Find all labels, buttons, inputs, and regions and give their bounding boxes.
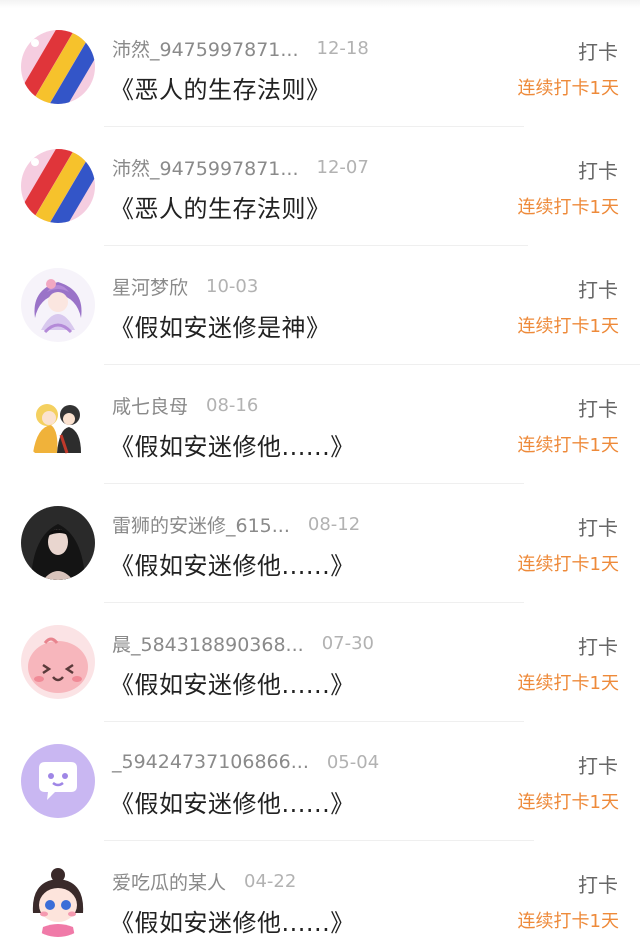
pink-blob-avatar[interactable] [21,625,95,699]
book-title[interactable]: 《假如安迷修是神》 [110,308,331,343]
checkin-date: 10-03 [206,275,259,297]
user-name[interactable]: 沛然_9475997871... [112,154,299,181]
streak-label: 连续打卡1天 [517,197,619,218]
checkin-item[interactable]: 星河梦欣 10-03 《假如安迷修是神》 打卡 连续打卡1天 [0,246,640,365]
checkin-date: 08-12 [307,513,361,535]
chibi-girl-avatar[interactable] [21,863,95,937]
rainbow-avatar[interactable] [21,30,95,104]
book-title[interactable]: 《恶人的生存法则》 [110,70,331,105]
user-name[interactable]: 雷狮的安迷修_615... [112,511,290,538]
user-name[interactable]: 星河梦欣 [112,273,188,300]
book-title[interactable]: 《假如安迷修他......》 [110,784,355,819]
checkin-label: 打卡 [578,873,618,897]
book-title[interactable]: 《假如安迷修他......》 [110,546,355,581]
dark-photo-avatar[interactable] [21,506,95,580]
checkin-date: 05-04 [326,751,380,773]
checkin-item[interactable]: 晨_584318890368... 07-30 《假如安迷修他......》 打… [0,603,640,722]
checkin-item[interactable]: 爱吃瓜的某人 04-22 《假如安迷修他......》 打卡 连续打卡1天 [0,841,640,952]
checkin-date: 08-16 [206,394,259,416]
checkin-label: 打卡 [578,516,618,540]
book-title[interactable]: 《假如安迷修他......》 [110,903,355,938]
checkin-item[interactable]: 沛然_9475997871... 12-18 《恶人的生存法则》 打卡 连续打卡… [0,8,640,127]
user-name[interactable]: 咸七良母 [112,392,188,419]
rainbow-avatar[interactable] [21,149,95,223]
anime-girl-avatar[interactable] [21,268,95,342]
top-shadow [0,0,640,8]
checkin-date: 04-22 [244,870,297,892]
checkin-item[interactable]: 咸七良母 08-16 《假如安迷修他......》 打卡 连续打卡1天 [0,365,640,484]
checkin-date: 07-30 [321,632,374,654]
book-title[interactable]: 《恶人的生存法则》 [110,189,331,224]
streak-label: 连续打卡1天 [517,78,619,99]
streak-label: 连续打卡1天 [517,673,619,694]
checkin-label: 打卡 [578,754,618,778]
streak-label: 连续打卡1天 [517,435,619,456]
checkin-item[interactable]: 沛然_9475997871... 12-07 《恶人的生存法则》 打卡 连续打卡… [0,127,640,246]
checkin-list: 沛然_9475997871... 12-18 《恶人的生存法则》 打卡 连续打卡… [0,0,640,952]
chat-bubble-avatar[interactable] [21,744,95,818]
user-name[interactable]: 爱吃瓜的某人 [112,868,226,895]
checkin-item[interactable]: _59424737106866... 05-04 《假如安迷修他......》 … [0,722,640,841]
checkin-label: 打卡 [578,397,618,421]
user-name[interactable]: 沛然_9475997871... [112,35,299,62]
book-title[interactable]: 《假如安迷修他......》 [110,427,355,462]
user-name[interactable]: _59424737106866... [112,751,309,773]
streak-label: 连续打卡1天 [517,911,619,932]
checkin-date: 12-07 [316,156,369,178]
checkin-label: 打卡 [578,278,618,302]
user-name[interactable]: 晨_584318890368... [112,630,304,657]
checkin-label: 打卡 [578,635,618,659]
checkin-item[interactable]: 雷狮的安迷修_615... 08-12 《假如安迷修他......》 打卡 连续… [0,484,640,603]
streak-label: 连续打卡1天 [517,316,619,337]
anime-couple-avatar[interactable] [21,387,95,461]
streak-label: 连续打卡1天 [517,792,619,813]
checkin-label: 打卡 [578,40,618,64]
streak-label: 连续打卡1天 [517,554,619,575]
checkin-label: 打卡 [578,159,618,183]
book-title[interactable]: 《假如安迷修他......》 [110,665,355,700]
checkin-date: 12-18 [316,37,369,59]
